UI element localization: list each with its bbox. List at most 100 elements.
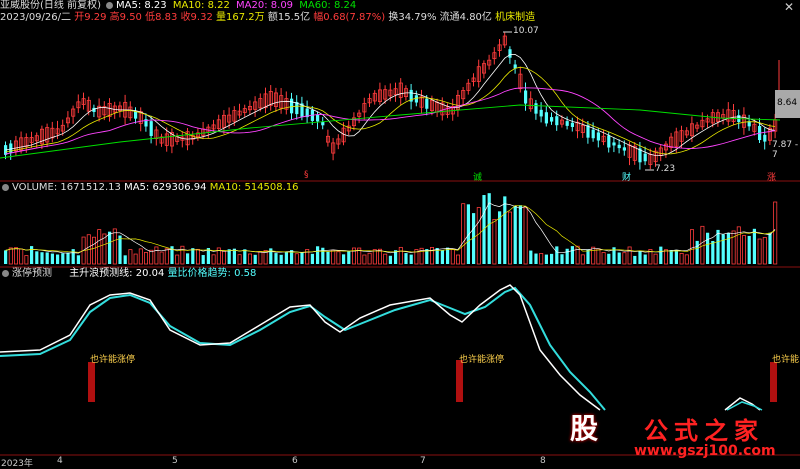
- volume-bar: [700, 225, 705, 265]
- candle-body: [539, 109, 543, 117]
- signal-text: 也许能涨停: [459, 355, 505, 365]
- volume-bar: [544, 254, 548, 264]
- volume-bar: [186, 253, 190, 264]
- indicator-line1-label: 主升浪预测线: 20.04: [69, 268, 165, 279]
- kline-chart[interactable]: [0, 0, 800, 467]
- volume-bar: [247, 253, 252, 265]
- candle-body: [622, 147, 626, 151]
- marker-zhang[interactable]: 涨: [767, 170, 776, 183]
- volume-bar: [461, 203, 466, 265]
- signal-bar: [88, 362, 95, 402]
- candle-body: [534, 103, 538, 114]
- volume-bar: [24, 255, 29, 265]
- candle-body: [316, 114, 320, 122]
- volume-bar: [123, 255, 127, 264]
- volume-bar: [711, 240, 715, 264]
- volume-bar: [336, 251, 341, 265]
- volume-bar: [164, 248, 169, 265]
- volume-bar: [518, 205, 522, 264]
- marker-cheng[interactable]: 诚: [473, 170, 482, 183]
- volume-bar: [596, 248, 601, 265]
- volume-bar: [45, 252, 49, 264]
- signal-text: 也许能涨停: [90, 355, 136, 365]
- volume-bar: [731, 230, 736, 265]
- settings-dot-icon[interactable]: [2, 270, 9, 277]
- settings-dot-icon[interactable]: [2, 184, 9, 191]
- volume-bar: [133, 253, 138, 265]
- volume-bar: [492, 219, 497, 265]
- volume-bar: [398, 246, 403, 265]
- candle-body: [508, 49, 512, 58]
- watermark-url: www.gszj100.com: [634, 443, 776, 459]
- volume-bar: [773, 201, 778, 265]
- volume-bar: [195, 248, 200, 265]
- right-price-label: 8.64: [777, 98, 798, 108]
- volume-bar: [128, 249, 133, 265]
- indicator-header: 涨停预测 主升浪预测线: 20.04 量比价格趋势: 0.58: [0, 268, 256, 280]
- volume-bar: [310, 253, 314, 264]
- candle-body: [643, 153, 647, 162]
- axis-month: 5: [172, 456, 178, 466]
- axis-month: 6: [292, 456, 298, 466]
- volume-bar: [607, 253, 611, 264]
- indicator-title[interactable]: 涨停预测: [12, 268, 52, 279]
- marker-s[interactable]: §: [304, 170, 309, 180]
- volume-bar: [108, 231, 112, 264]
- volume-bar: [56, 254, 60, 264]
- volume-bar: [455, 254, 460, 265]
- volume-bar: [19, 248, 24, 265]
- volume-bar: [570, 246, 574, 264]
- volume-bar: [300, 252, 304, 264]
- volume-bar: [690, 229, 695, 265]
- volume-bar: [742, 235, 747, 265]
- watermark-glyph: 股: [570, 412, 599, 445]
- volume-bar: [591, 246, 596, 265]
- volume-bar: [243, 249, 247, 264]
- volume-bar: [221, 250, 226, 265]
- volume-bar: [253, 254, 257, 264]
- marker-cai[interactable]: 财: [622, 170, 631, 183]
- volume-bar: [383, 253, 388, 265]
- indicator-lines-group: [0, 284, 763, 411]
- volume-bar: [76, 255, 80, 264]
- candle-body: [550, 117, 554, 122]
- ma5-line: [5, 53, 776, 157]
- volume-bar: [35, 251, 39, 264]
- volume-bar: [40, 252, 44, 264]
- volume-bar: [706, 232, 710, 264]
- axis-month: 4: [57, 456, 63, 466]
- volume-bar: [450, 248, 455, 265]
- volume-bar: [279, 254, 283, 264]
- candles-group: [4, 32, 778, 170]
- volume-bar: [232, 248, 236, 264]
- volume-bar: [752, 228, 756, 264]
- volume-bar: [326, 251, 330, 264]
- volume-bar: [726, 233, 730, 264]
- volume-bar: [513, 205, 517, 264]
- volume-bar: [684, 254, 689, 265]
- volume-bar: [237, 254, 242, 265]
- axis-year: 2023年: [1, 459, 33, 469]
- volume-bar: [529, 250, 533, 264]
- volume-bar: [8, 247, 13, 265]
- volume-bar: [523, 207, 528, 265]
- vol-ma10-label: MA10: 514508.16: [209, 182, 299, 193]
- volume-bar: [274, 253, 278, 264]
- ma-lines-group: [0, 53, 781, 159]
- watermark-brand: 公式之家: [644, 417, 764, 445]
- volume-bar: [550, 253, 554, 264]
- candle-body: [586, 125, 590, 138]
- volume-bar: [367, 252, 372, 265]
- volume-header: VOLUME: 1671512.13 MA5: 629306.94 MA10: …: [0, 182, 299, 194]
- candle-body: [149, 121, 153, 137]
- volume-bar: [143, 252, 148, 265]
- volume-bar: [716, 229, 720, 264]
- volume-bar: [627, 246, 632, 265]
- volume-bar: [659, 246, 663, 264]
- signal-bar: [770, 362, 777, 402]
- volume-bar: [4, 250, 8, 264]
- volume-bar: [294, 253, 299, 265]
- candle-body: [596, 132, 600, 141]
- volume-bar: [440, 250, 444, 264]
- candle-body: [290, 98, 294, 114]
